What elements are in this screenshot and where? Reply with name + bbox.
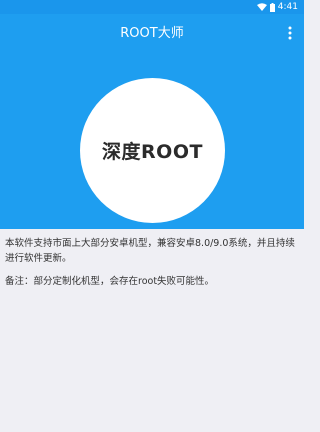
more-options-button[interactable] [282,24,298,44]
deep-root-label: 深度ROOT [102,141,203,163]
battery-icon [269,2,275,12]
description-text: 本软件支持市面上大部分安卓机型，兼容安卓8.0/9.0系统，并且持续进行软件更新… [5,238,295,264]
deep-root-button[interactable]: 深度ROOT [80,78,225,223]
app-bar: ROOT大师 [0,14,304,54]
status-time: 4:41 [277,2,298,12]
wifi-icon [256,3,267,11]
content-area: 本软件支持市面上大部分安卓机型，兼容安卓8.0/9.0系统，并且持续进行软件更新… [0,229,304,297]
more-vert-icon [288,25,292,44]
status-bar: 4:41 [0,0,304,14]
app-title: ROOT大师 [120,26,184,41]
note-text: 备注：部分定制化机型，会存在root失败可能性。 [5,276,215,287]
hero-section: 深度ROOT [0,54,304,229]
